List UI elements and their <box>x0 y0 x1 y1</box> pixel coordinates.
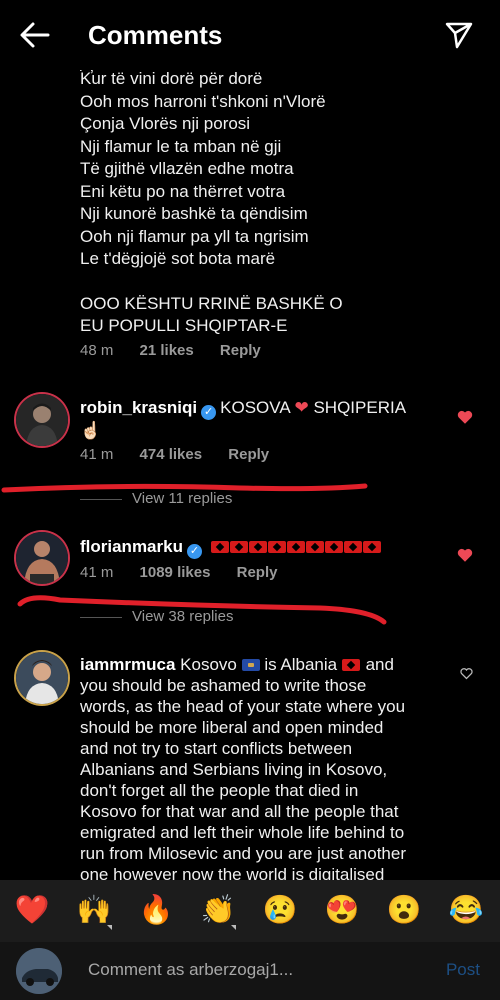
comment-line: don't forget all the people that died in <box>80 781 359 800</box>
comment-word: is Albania <box>264 655 338 674</box>
like-count[interactable]: 1089 likes <box>140 564 211 581</box>
lyric-line: OOO KËSHTU RRINË BASHKË O <box>80 293 343 313</box>
lyric-line: Nji flamur le ta mban në gji <box>80 136 282 156</box>
like-heart-outline-icon[interactable] <box>459 666 474 681</box>
username[interactable]: iammrmuca <box>80 655 175 674</box>
back-arrow-icon[interactable] <box>18 20 52 50</box>
reply-button[interactable]: Reply <box>228 446 269 463</box>
lyric-line: EU POPULLI SHQIPTAR-E <box>80 316 288 335</box>
comment-line: emigrated and left their whole life behi… <box>80 823 405 842</box>
comment-time: 48 m <box>80 342 114 359</box>
comment-composer: Comment as arberzogaj1... Post <box>0 942 500 1000</box>
comment-text: iammrmuca Kosovo is Albania and you shou… <box>80 654 465 880</box>
comment-line: should be more liberal and open minded <box>80 718 384 737</box>
comment-line: Albanians and Serbians living in Kosovo, <box>80 760 388 779</box>
comment-time: 41 m <box>80 446 114 463</box>
albania-flag-emoji <box>267 541 286 553</box>
view-replies-link[interactable]: View 38 replies <box>80 608 233 625</box>
albania-flag-emoji <box>324 541 343 553</box>
avatar[interactable] <box>16 652 68 704</box>
albania-flag-emoji <box>362 541 381 553</box>
comment-word: SHQIPERIA <box>313 398 407 417</box>
lyric-line: Nji kunorë bashkë ta qëndisim <box>80 204 308 223</box>
albania-flag-emoji <box>229 541 248 553</box>
red-heart-emoji-icon: ❤ <box>294 398 309 417</box>
lyric-line: Të gjithë vllazën edhe motra <box>80 159 294 178</box>
comment-word: Kosovo <box>180 655 237 674</box>
lyric-line: Ooh mos harroni t'shkoni n'Vlorë <box>80 91 326 111</box>
skin-tone-indicator-icon <box>231 925 236 930</box>
divider <box>80 498 122 500</box>
comment-line: Kosovo for that war and all the people t… <box>80 802 399 821</box>
lyric-body: Kur të vini dorë për dorë Ooh mos harron… <box>80 70 480 338</box>
albania-flag-emoji <box>305 541 324 553</box>
kosovo-flag-emoji <box>241 659 260 671</box>
heart-emoji-button[interactable]: ❤️ <box>12 890 52 930</box>
comment-line: you should be ashamed to write those <box>80 676 367 695</box>
raising-hands-emoji: 🙌 <box>76 894 112 925</box>
skin-tone-indicator-icon <box>107 925 112 930</box>
fire-emoji-button[interactable]: 🔥 <box>136 890 176 930</box>
pointing-up-emoji: ☝🏻 <box>80 421 102 440</box>
reply-button[interactable]: Reply <box>237 564 278 581</box>
comment-meta: 41 m 1089 likes Reply <box>80 564 299 581</box>
raising-hands-emoji-button[interactable]: 🙌 <box>74 890 114 930</box>
comment-meta: 41 m 474 likes Reply <box>80 446 291 463</box>
surprised-emoji-button[interactable]: 😮 <box>384 890 424 930</box>
comments-list[interactable]: / , Kur të vini dorë për dorë Ooh mos ha… <box>0 70 500 880</box>
lyric-line: Eni këtu po na thërret votra <box>80 181 286 201</box>
albania-flag-emoji <box>343 541 362 553</box>
albania-flag-emoji <box>341 659 360 671</box>
header: Comments <box>0 0 500 70</box>
user-avatar <box>16 948 62 994</box>
like-heart-icon[interactable] <box>456 546 474 564</box>
username[interactable]: robin_krasniqi <box>80 398 197 417</box>
albania-flag-emojis <box>210 537 382 556</box>
like-count[interactable]: 474 likes <box>140 446 203 463</box>
page-title: Comments <box>88 20 223 50</box>
verified-badge-icon: ✓ <box>186 544 202 559</box>
divider <box>80 616 122 618</box>
username[interactable]: florianmarku <box>80 537 183 556</box>
albania-flag-emoji <box>286 541 305 553</box>
like-count[interactable]: 21 likes <box>140 342 194 359</box>
send-icon[interactable] <box>444 20 474 50</box>
comment-line: run from Milosevic and you are just anot… <box>80 844 406 863</box>
avatar[interactable] <box>16 394 68 446</box>
reply-button[interactable]: Reply <box>220 342 261 359</box>
comment-word: and <box>365 655 394 674</box>
lyric-line: Ooh nji flamur pa yll ta ngrisim <box>80 226 309 246</box>
comment-line: words, as the head of your state where y… <box>80 697 406 716</box>
lyric-line: Çonja Vlorës nji porosi <box>80 114 251 133</box>
clapping-emoji-button[interactable]: 👏 <box>198 890 238 930</box>
comment-text: florianmarku ✓ <box>80 536 465 559</box>
view-replies-label: View 38 replies <box>132 608 234 625</box>
comment-meta: 48 m 21 likes Reply <box>80 342 283 359</box>
comment-word: KOSOVA <box>220 398 290 417</box>
crying-emoji-button[interactable]: 😢 <box>260 890 300 930</box>
clapping-emoji: 👏 <box>200 894 236 925</box>
view-replies-label: View 11 replies <box>132 490 233 507</box>
heart-eyes-emoji-button[interactable]: 😍 <box>322 890 362 930</box>
lyric-line: Kur të vini dorë për dorë <box>80 70 263 88</box>
like-heart-icon[interactable] <box>456 408 474 426</box>
albania-flag-emoji <box>210 541 229 553</box>
comment-line: one however now the world is digitalised <box>80 865 385 880</box>
comment-input[interactable]: Comment as arberzogaj1... <box>88 960 293 980</box>
laughing-emoji-button[interactable]: 😂 <box>446 890 486 930</box>
comment-text: robin_krasniqi ✓ KOSOVA ❤ SHQIPERIA ☝🏻 <box>80 397 465 441</box>
view-replies-link[interactable]: View 11 replies <box>80 490 232 507</box>
emoji-reaction-bar: ❤️ 🙌 🔥 👏 😢 😍 😮 😂 <box>0 880 500 942</box>
comment-line: and not try to start conflicts between <box>80 739 353 758</box>
avatar[interactable] <box>16 532 68 584</box>
verified-badge-icon: ✓ <box>201 405 217 420</box>
albania-flag-emoji <box>248 541 267 553</box>
comment-time: 41 m <box>80 564 114 581</box>
lyric-line: Le t'dëgjojë sot bota marë <box>80 249 276 268</box>
post-button[interactable]: Post <box>446 960 480 980</box>
